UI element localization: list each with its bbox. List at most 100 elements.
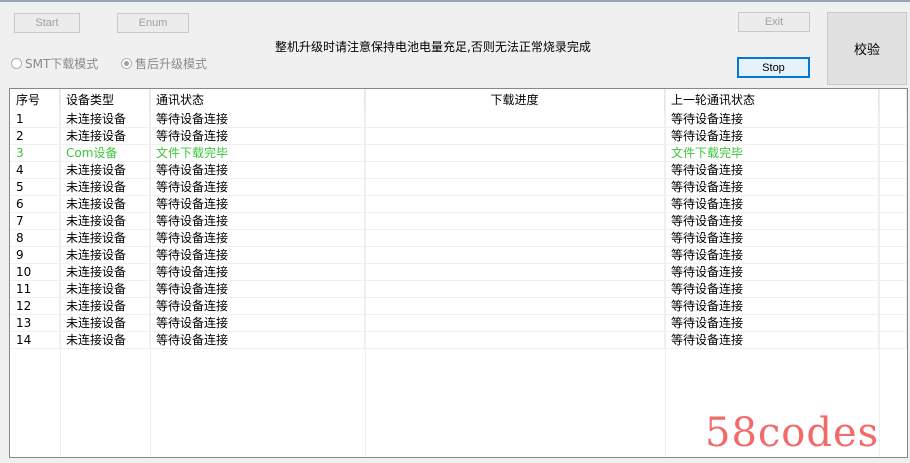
cell-index: 8: [10, 230, 60, 246]
table-row[interactable]: 12 未连接设备 等待设备连接 等待设备连接: [10, 298, 907, 315]
cell-last-comm-status: 等待设备连接: [665, 247, 879, 263]
cell-device-type: 未连接设备: [60, 128, 150, 144]
cell-device-type: 未连接设备: [60, 196, 150, 212]
table-row[interactable]: 3 Com设备 文件下载完毕 文件下载完毕: [10, 145, 907, 162]
cell-index: 12: [10, 298, 60, 314]
exit-button[interactable]: Exit: [738, 12, 810, 32]
cell-filler: [879, 315, 907, 331]
cell-filler: [879, 298, 907, 314]
cell-device-type: 未连接设备: [60, 179, 150, 195]
table-row[interactable]: 11 未连接设备 等待设备连接 等待设备连接: [10, 281, 907, 298]
table-row[interactable]: 6 未连接设备 等待设备连接 等待设备连接: [10, 196, 907, 213]
cell-device-type: 未连接设备: [60, 213, 150, 229]
cell-last-comm-status: 文件下载完毕: [665, 145, 879, 161]
cell-comm-status: 等待设备连接: [150, 179, 365, 195]
cell-index: 13: [10, 315, 60, 331]
cell-comm-status: 等待设备连接: [150, 247, 365, 263]
table-row[interactable]: 7 未连接设备 等待设备连接 等待设备连接: [10, 213, 907, 230]
cell-comm-status: 等待设备连接: [150, 213, 365, 229]
table-row[interactable]: 14 未连接设备 等待设备连接 等待设备连接: [10, 332, 907, 349]
cell-index: 3: [10, 145, 60, 161]
table-row[interactable]: 10 未连接设备 等待设备连接 等待设备连接: [10, 264, 907, 281]
cell-index: 5: [10, 179, 60, 195]
table-row[interactable]: 1 未连接设备 等待设备连接 等待设备连接: [10, 111, 907, 128]
column-header-filler: [879, 89, 907, 111]
cell-filler: [879, 179, 907, 195]
cell-index: 9: [10, 247, 60, 263]
cell-last-comm-status: 等待设备连接: [665, 196, 879, 212]
cell-download-progress: [365, 332, 665, 348]
cell-device-type: 未连接设备: [60, 298, 150, 314]
stop-button[interactable]: Stop: [737, 57, 810, 78]
cell-device-type: Com设备: [60, 145, 150, 161]
cell-filler: [879, 145, 907, 161]
cell-last-comm-status: 等待设备连接: [665, 179, 879, 195]
table-row[interactable]: 8 未连接设备 等待设备连接 等待设备连接: [10, 230, 907, 247]
cell-last-comm-status: 等待设备连接: [665, 315, 879, 331]
cell-device-type: 未连接设备: [60, 247, 150, 263]
list-rows: 1 未连接设备 等待设备连接 等待设备连接 2 未连接设备 等待设备连接 等待设备连接 3 Com…: [10, 111, 907, 349]
cell-last-comm-status: 等待设备连接: [665, 162, 879, 178]
cell-comm-status: 等待设备连接: [150, 315, 365, 331]
battery-notice: 整机升级时请注意保持电池电量充足,否则无法正常烧录完成: [275, 40, 591, 54]
cell-device-type: 未连接设备: [60, 230, 150, 246]
cell-comm-status: 等待设备连接: [150, 264, 365, 280]
cell-filler: [879, 247, 907, 263]
cell-device-type: 未连接设备: [60, 111, 150, 127]
cell-comm-status: 等待设备连接: [150, 196, 365, 212]
enum-button[interactable]: Enum: [117, 13, 189, 33]
cell-comm-status: 等待设备连接: [150, 298, 365, 314]
table-row[interactable]: 5 未连接设备 等待设备连接 等待设备连接: [10, 179, 907, 196]
cell-filler: [879, 264, 907, 280]
cell-last-comm-status: 等待设备连接: [665, 128, 879, 144]
cell-filler: [879, 332, 907, 348]
cell-download-progress: [365, 230, 665, 246]
cell-last-comm-status: 等待设备连接: [665, 230, 879, 246]
cell-index: 6: [10, 196, 60, 212]
cell-last-comm-status: 等待设备连接: [665, 111, 879, 127]
cell-download-progress: [365, 213, 665, 229]
cell-filler: [879, 281, 907, 297]
table-row[interactable]: 9 未连接设备 等待设备连接 等待设备连接: [10, 247, 907, 264]
cell-download-progress: [365, 145, 665, 161]
window-top-border: [0, 0, 910, 2]
start-button[interactable]: Start: [14, 13, 80, 33]
cell-filler: [879, 196, 907, 212]
column-header-index[interactable]: 序号: [10, 89, 60, 111]
verify-button[interactable]: 校验: [827, 12, 907, 85]
table-row[interactable]: 2 未连接设备 等待设备连接 等待设备连接: [10, 128, 907, 145]
cell-download-progress: [365, 281, 665, 297]
column-header-download-progress[interactable]: 下载进度: [365, 89, 665, 111]
smt-mode-radio[interactable]: SMT下载模式: [11, 55, 98, 72]
cell-filler: [879, 111, 907, 127]
cell-comm-status: 等待设备连接: [150, 162, 365, 178]
cell-comm-status: 等待设备连接: [150, 128, 365, 144]
table-row[interactable]: 13 未连接设备 等待设备连接 等待设备连接: [10, 315, 907, 332]
column-header-comm-status[interactable]: 通讯状态: [150, 89, 365, 111]
radio-circle-icon: [11, 58, 22, 69]
radio-selected-icon: [121, 58, 132, 69]
cell-index: 4: [10, 162, 60, 178]
watermark: 58codes: [705, 410, 880, 456]
aftersale-mode-radio[interactable]: 售后升级模式: [121, 55, 207, 72]
cell-filler: [879, 230, 907, 246]
cell-download-progress: [365, 179, 665, 195]
cell-download-progress: [365, 128, 665, 144]
cell-download-progress: [365, 196, 665, 212]
cell-device-type: 未连接设备: [60, 281, 150, 297]
cell-comm-status: 等待设备连接: [150, 111, 365, 127]
list-header: 序号 设备类型 通讯状态 下载进度 上一轮通讯状态: [10, 89, 907, 111]
cell-index: 7: [10, 213, 60, 229]
cell-device-type: 未连接设备: [60, 315, 150, 331]
column-header-last-comm-status[interactable]: 上一轮通讯状态: [665, 89, 879, 111]
column-header-device-type[interactable]: 设备类型: [60, 89, 150, 111]
cell-filler: [879, 213, 907, 229]
cell-download-progress: [365, 315, 665, 331]
cell-last-comm-status: 等待设备连接: [665, 298, 879, 314]
cell-index: 11: [10, 281, 60, 297]
cell-index: 1: [10, 111, 60, 127]
table-row[interactable]: 4 未连接设备 等待设备连接 等待设备连接: [10, 162, 907, 179]
device-list[interactable]: 序号 设备类型 通讯状态 下载进度 上一轮通讯状态 1 未连接设备 等待设备连接 等待…: [9, 88, 908, 458]
cell-filler: [879, 128, 907, 144]
cell-download-progress: [365, 162, 665, 178]
